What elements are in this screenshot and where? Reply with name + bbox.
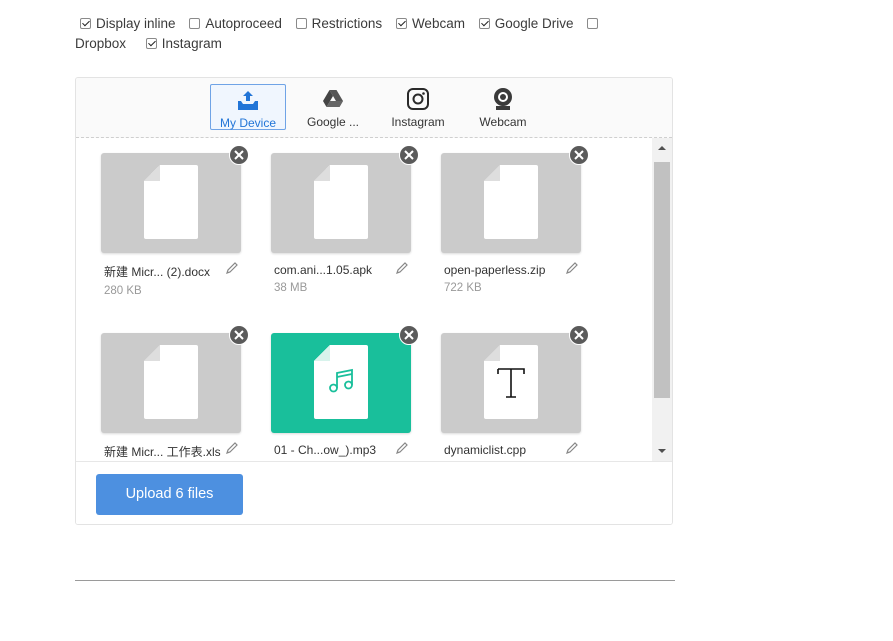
source-tabs: My Device Google ... Instagram Webcam: [76, 78, 672, 138]
file-preview: [101, 325, 249, 433]
edit-icon[interactable]: [395, 261, 409, 275]
file-item: 新建 Micr... (2).docx 280 KB: [101, 145, 249, 297]
tab-instagram[interactable]: Instagram: [380, 84, 456, 130]
checkbox[interactable]: [395, 18, 407, 29]
option-restrictions[interactable]: Restrictions: [295, 14, 382, 34]
file-preview: [441, 325, 589, 433]
option-instagram[interactable]: Instagram: [145, 34, 222, 54]
file-preview: [271, 325, 419, 433]
scrollbar-thumb[interactable]: [654, 162, 670, 398]
file-preview: [441, 145, 589, 253]
instagram-icon: [407, 88, 429, 110]
uploader-dashboard: My Device Google ... Instagram Webcam 新建…: [75, 77, 673, 525]
file-name: 新建 Micr... (2).docx: [104, 265, 211, 279]
scroll-up-arrow-icon[interactable]: [652, 140, 672, 156]
edit-icon[interactable]: [225, 441, 239, 455]
option-display-inline[interactable]: Display inline: [80, 14, 176, 34]
file-size: 722 KB: [444, 282, 482, 294]
file-size: 38 MB: [274, 282, 308, 294]
webcam-icon: [494, 88, 512, 110]
remove-file-button[interactable]: [399, 145, 419, 165]
checkbox[interactable]: [189, 18, 201, 29]
file-preview: [271, 145, 419, 253]
file-item: com.ani...1.05.apk 38 MB: [271, 145, 419, 294]
remove-file-button[interactable]: [229, 145, 249, 165]
edit-icon[interactable]: [225, 261, 239, 275]
file-name: 01 - Ch...ow_).mp3: [274, 443, 377, 457]
option-dropbox-label[interactable]: Dropbox: [75, 34, 126, 54]
remove-file-button[interactable]: [569, 325, 589, 345]
google-drive-icon: [323, 90, 343, 107]
file-list: 新建 Micr... (2).docx 280 KB com.ani...1.0…: [76, 138, 654, 460]
option-google-drive[interactable]: Google Drive: [478, 14, 574, 34]
checkbox[interactable]: [587, 18, 599, 29]
tab-my-device[interactable]: My Device: [210, 84, 286, 130]
file-preview: [101, 145, 249, 253]
edit-icon[interactable]: [565, 261, 579, 275]
checkbox[interactable]: [478, 18, 490, 29]
remove-file-button[interactable]: [399, 325, 419, 345]
file-name: open-paperless.zip: [444, 263, 546, 277]
tab-webcam[interactable]: Webcam: [465, 84, 541, 130]
music-note-icon: [329, 368, 353, 393]
upload-button[interactable]: Upload 6 files: [96, 474, 243, 515]
option-autoproceed[interactable]: Autoproceed: [189, 14, 282, 34]
checkbox[interactable]: [145, 38, 157, 49]
close-icon: [404, 150, 414, 160]
close-icon: [234, 330, 244, 340]
scroll-down-arrow-icon[interactable]: [652, 443, 672, 459]
file-name: 新建 Micr... 工作表.xls: [104, 445, 221, 459]
edit-icon[interactable]: [395, 441, 409, 455]
file-item: 新建 Micr... 工作表.xls: [101, 325, 249, 460]
file-item: 01 - Ch...ow_).mp3: [271, 325, 419, 457]
remove-file-button[interactable]: [229, 325, 249, 345]
my-device-icon: [238, 91, 258, 110]
remove-file-button[interactable]: [569, 145, 589, 165]
tab-google-drive[interactable]: Google ...: [295, 84, 371, 130]
divider: [75, 580, 675, 581]
upload-footer: Upload 6 files: [76, 461, 672, 524]
file-name: dynamiclist.cpp: [444, 443, 527, 457]
checkbox[interactable]: [80, 18, 91, 29]
option-dropbox[interactable]: [587, 14, 603, 34]
file-size: 280 KB: [104, 285, 142, 297]
file-name: com.ani...1.05.apk: [274, 263, 373, 277]
file-item: dynamiclist.cpp: [441, 325, 589, 457]
option-webcam[interactable]: Webcam: [395, 14, 465, 34]
file-item: open-paperless.zip 722 KB: [441, 145, 589, 294]
file-list-scrollbar[interactable]: [652, 138, 672, 461]
close-icon: [234, 150, 244, 160]
options-bar: Display inline Autoproceed Restrictions …: [75, 14, 635, 54]
close-icon: [574, 150, 584, 160]
close-icon: [404, 330, 414, 340]
text-t-icon: [497, 368, 525, 398]
close-icon: [574, 330, 584, 340]
checkbox[interactable]: [295, 18, 307, 29]
edit-icon[interactable]: [565, 441, 579, 455]
